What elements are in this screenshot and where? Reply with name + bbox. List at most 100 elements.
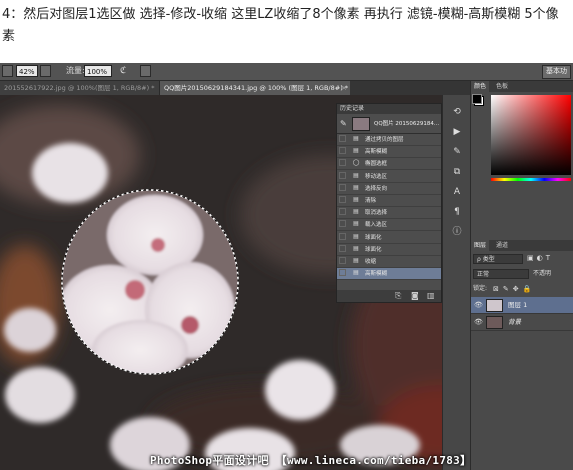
tab-color[interactable]: 颜色 <box>471 81 490 92</box>
history-item[interactable]: ◯ 椭圆选框 <box>337 158 441 171</box>
history-source-checkbox[interactable] <box>339 147 346 155</box>
document-icon: ▤ <box>353 183 359 191</box>
document-icon: ▤ <box>353 244 359 252</box>
eye-icon[interactable]: 👁 <box>474 318 483 326</box>
tab-channels[interactable]: 通道 <box>493 240 511 251</box>
opacity-label: 不透明 <box>533 270 552 277</box>
brush-preset-icon[interactable] <box>2 65 13 77</box>
history-source-checkbox[interactable] <box>339 135 346 142</box>
document-icon: ▤ <box>353 257 359 264</box>
history-item[interactable]: ▤ 取消选择 <box>337 207 441 220</box>
history-item[interactable]: ▤ 载入选区 <box>337 219 441 232</box>
history-item-label: 高斯模糊 <box>365 149 388 156</box>
history-item[interactable]: ▤ 收缩 <box>337 256 441 268</box>
snapshot-thumbnail <box>352 117 370 131</box>
blend-mode-select[interactable]: 正常 <box>473 269 529 279</box>
photoshop-window: 42% 流量: 100% ℭ 基本功 201552617922.jpg @ 10… <box>0 63 573 470</box>
layer-thumbnail <box>486 299 503 312</box>
ellipse-icon: ◯ <box>352 159 360 167</box>
tab-document-1[interactable]: 201552617922.jpg @ 100%(图层 1, RGB/8#) * <box>0 81 160 95</box>
history-footer: ⎘ ◙ ▥ <box>337 290 441 302</box>
history-source-checkbox[interactable] <box>339 232 346 240</box>
color-picker-field[interactable] <box>491 95 571 175</box>
history-source-checkbox[interactable] <box>339 196 346 203</box>
layer-row[interactable]: 👁 图层 1 <box>471 297 573 314</box>
history-item[interactable]: ▤ 高斯模糊 <box>337 268 441 281</box>
history-source-checkbox[interactable] <box>339 244 346 252</box>
layer-kind-filter[interactable]: ρ 类型 <box>473 254 523 264</box>
history-item-label: 椭圆选框 <box>365 161 388 168</box>
history-source-checkbox[interactable] <box>339 257 346 264</box>
document-icon: ▤ <box>353 269 359 277</box>
layer-filter-icons[interactable]: ▣◐T <box>527 254 553 262</box>
history-item[interactable]: ▤ 球面化 <box>337 232 441 244</box>
history-item-label: 选择反向 <box>365 185 388 192</box>
close-icon[interactable]: × <box>341 81 347 95</box>
trash-icon[interactable]: ▥ <box>427 291 435 300</box>
color-panel-tabs: 颜色 色板 <box>471 81 573 92</box>
snapshot-label: QQ图片 20150629184... <box>374 121 440 127</box>
tab-document-2[interactable]: QQ图片20150629184341.jpg @ 100% (图层 1, RGB… <box>160 81 350 95</box>
hue-slider[interactable] <box>491 178 571 181</box>
eye-icon[interactable]: 👁 <box>474 301 483 309</box>
tab-label: 201552617922.jpg @ 100%(图层 1, RGB/8#) * <box>4 84 155 92</box>
tab-swatches[interactable]: 色板 <box>493 81 511 92</box>
history-item-label: 高斯模糊 <box>365 271 388 278</box>
document-icon: ▤ <box>353 196 359 203</box>
history-source-checkbox[interactable] <box>339 208 346 216</box>
tab-label: QQ图片20150629184341.jpg @ 100% (图层 1, RGB… <box>164 84 349 92</box>
history-item-label: 移动选区 <box>365 173 388 180</box>
history-item-label: 取消选择 <box>365 210 388 217</box>
watermark-text: PhotoShop平面设计吧 【www.lineca.com/tieba/178… <box>150 454 472 467</box>
history-snapshot[interactable]: ✎ QQ图片 20150629184... <box>337 114 441 134</box>
document-tab-bar: 201552617922.jpg @ 100%(图层 1, RGB/8#) * … <box>0 81 470 95</box>
history-item[interactable]: ▤ 选择反向 <box>337 183 441 195</box>
history-source-checkbox[interactable] <box>339 220 346 228</box>
options-bar: 42% 流量: 100% ℭ 基本功 <box>0 63 573 81</box>
right-panel-dock: 颜色 色板 图层 通道 ρ 类型 ▣◐T 正常 不透明 锁定: ⊠✎✥🔒 👁 图… <box>470 81 573 470</box>
lock-icons[interactable]: ⊠✎✥🔒 <box>493 284 535 294</box>
layers-panel-tabs: 图层 通道 <box>471 240 573 251</box>
history-item-label: 收缩 <box>365 259 377 265</box>
document-icon: ▤ <box>353 135 359 142</box>
foreground-color-swatch[interactable] <box>472 94 482 104</box>
camera-icon[interactable]: ◙ <box>411 291 419 300</box>
paragraph-icon[interactable]: ¶ <box>448 205 466 219</box>
history-item-label: 球面化 <box>365 246 382 253</box>
document-icon: ▤ <box>353 171 359 179</box>
layer-row[interactable]: 👁 背景 <box>471 314 573 331</box>
layer-thumbnail <box>486 316 503 329</box>
document-icon: ▤ <box>353 147 359 155</box>
tab-layers[interactable]: 图层 <box>471 240 490 251</box>
history-source-checkbox[interactable] <box>339 183 346 191</box>
flow-field[interactable]: 100% <box>84 65 112 77</box>
history-item[interactable]: ▤ 清除 <box>337 195 441 207</box>
history-item[interactable]: ▤ 高斯模糊 <box>337 146 441 159</box>
new-document-icon[interactable]: ⎘ <box>395 291 401 301</box>
history-item[interactable]: ▤ 移动选区 <box>337 171 441 183</box>
airbrush-toggle-icon[interactable]: ℭ <box>120 65 126 77</box>
opacity-label: 流量: <box>66 66 85 75</box>
brush-icon[interactable]: ✎ <box>448 145 466 159</box>
history-source-checkbox[interactable] <box>339 171 346 179</box>
layer-name: 图层 1 <box>508 301 528 309</box>
document-icon: ▤ <box>353 220 359 228</box>
pressure-icon[interactable] <box>140 65 151 77</box>
layer-name: 背景 <box>508 318 521 326</box>
character-icon[interactable]: A <box>448 185 466 199</box>
info-icon[interactable]: ⓘ <box>448 225 466 239</box>
actions-icon[interactable]: ▶ <box>448 125 466 139</box>
history-icon[interactable]: ⟲ <box>448 105 466 119</box>
zoom-field[interactable]: 42% <box>16 65 38 77</box>
history-panel-title: 历史记录 <box>337 104 441 114</box>
airbrush-icon[interactable] <box>40 65 51 77</box>
history-source-checkbox[interactable] <box>339 159 346 167</box>
workspace-button[interactable]: 基本功 <box>542 65 571 79</box>
history-item[interactable]: ▤ 球面化 <box>337 244 441 256</box>
history-item[interactable]: ▤ 通过拷贝的图层 <box>337 134 441 146</box>
clone-source-icon[interactable]: ⧉ <box>448 165 466 179</box>
history-source-checkbox[interactable] <box>339 269 346 277</box>
brush-source-icon[interactable]: ✎ <box>340 119 347 128</box>
history-item-label: 通过拷贝的图层 <box>365 137 404 143</box>
document-icon: ▤ <box>353 232 359 240</box>
